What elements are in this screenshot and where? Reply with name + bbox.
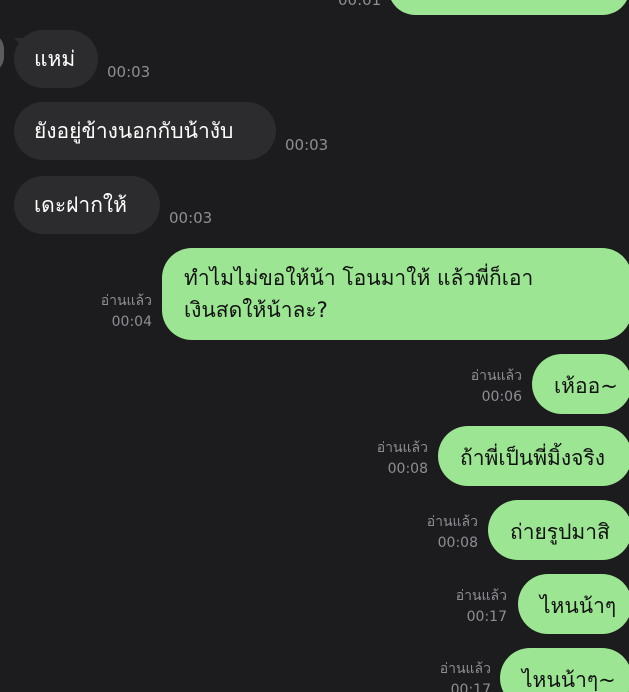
message-time: 00:04 <box>111 314 152 330</box>
message-time: 00:08 <box>437 535 478 551</box>
incoming-message[interactable]: ยังอยู่ข้างนอกกับน้างับ <box>14 102 276 160</box>
read-receipt: อ่านแล้ว <box>455 588 507 604</box>
sender-avatar[interactable] <box>0 33 4 73</box>
message-time: 00:17 <box>450 682 491 692</box>
message-meta: อ่านแล้ว 00:04 <box>101 291 152 333</box>
outgoing-message[interactable]: ถ่ายรูปมาสิ <box>488 500 629 560</box>
message-meta: อ่านแล้ว 00:17 <box>440 659 491 692</box>
message-text: เดะฝากให้ <box>34 193 128 217</box>
outgoing-message[interactable]: เห้ออ~ <box>532 354 629 414</box>
message-time: 00:03 <box>107 63 151 81</box>
message-time: 00:06 <box>481 389 522 405</box>
read-receipt: อ่านแล้ว <box>376 440 428 456</box>
message-text: ไหนน้าๆ~ <box>522 668 616 692</box>
message-meta: อ่านแล้ว 00:08 <box>377 438 428 480</box>
read-receipt: อ่านแล้ว <box>100 293 152 309</box>
incoming-message[interactable]: เดะฝากให้ <box>14 176 160 234</box>
message-text: ถ้าพี่เป็นพี่มิ้งจริง <box>460 446 605 470</box>
incoming-message[interactable]: แหม่ <box>14 30 98 88</box>
message-time: 00:03 <box>285 136 329 154</box>
message-time: 00:17 <box>466 609 507 625</box>
read-receipt: อ่านแล้ว <box>426 514 478 530</box>
read-receipt: อ่านแล้ว <box>470 368 522 384</box>
outgoing-message[interactable]: ไหนน้าๆ <box>518 574 629 634</box>
message-text: ถ่ายรูปมาสิ <box>510 520 610 544</box>
message-meta: อ่านแล้ว 00:17 <box>456 586 507 628</box>
message-meta: อ่านแล้ว 00:08 <box>427 512 478 554</box>
message-text: เห้ออ~ <box>554 374 618 398</box>
outgoing-message[interactable]: ไหนน้าๆ~ <box>500 648 629 692</box>
outgoing-message[interactable]: ทำไมไม่ขอให้น้า โอนมาให้ แล้วพี่ก็เอา เง… <box>162 248 629 340</box>
message-text: ยังอยู่ข้างนอกกับน้างับ <box>34 119 234 143</box>
outgoing-message-partial[interactable] <box>388 0 629 15</box>
message-meta: อ่านแล้ว 00:06 <box>471 366 522 408</box>
message-text: แหม่ <box>34 47 76 71</box>
message-text: ไหนน้าๆ <box>540 594 617 618</box>
outgoing-message[interactable]: ถ้าพี่เป็นพี่มิ้งจริง <box>438 426 629 486</box>
message-time-partial: 00:01 <box>338 0 382 9</box>
message-time: 00:08 <box>387 461 428 477</box>
message-time: 00:03 <box>169 209 213 227</box>
message-text-line-2: เงินสดให้น้าละ? <box>184 298 328 322</box>
message-text-line-1: ทำไมไม่ขอให้น้า โอนมาให้ แล้วพี่ก็เอา <box>184 266 534 290</box>
read-receipt: อ่านแล้ว <box>439 661 491 677</box>
chat-thread[interactable]: 00:01 แหม่ 00:03 ยังอยู่ข้างนอกกับน้างับ… <box>0 0 629 692</box>
